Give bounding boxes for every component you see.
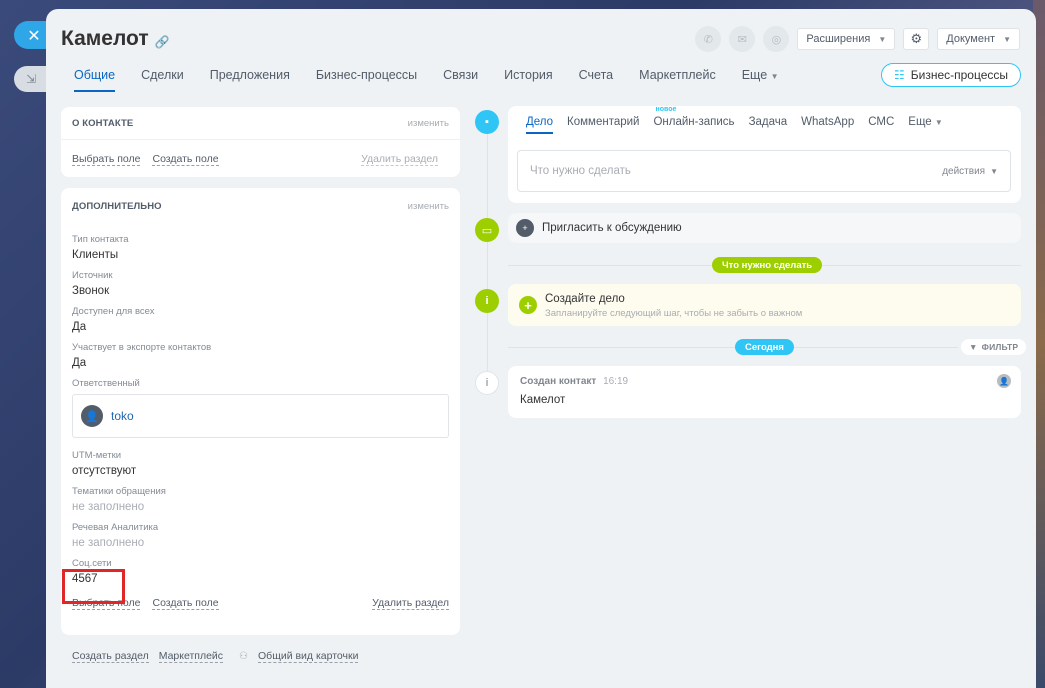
field-utm: UTM-метки отсутствуют [72,450,137,477]
tab-deals[interactable]: Сделки [141,68,184,92]
tab-general[interactable]: Общие [74,68,116,92]
tab-more[interactable]: Еще ▼ [742,68,779,92]
gear-icon: ⚙ [910,31,923,46]
today-pill: Сегодня [735,339,794,355]
chevron-down-icon: ▼ [770,72,779,81]
tab-quotes[interactable]: Предложения [210,68,290,92]
create-field-link[interactable]: Создать поле [152,153,219,166]
composer-tab-task[interactable]: Задача [749,116,788,134]
field-available-all: Доступен для всех Да [72,306,155,333]
document-button[interactable]: Документ ▼ [937,28,1020,50]
chevron-down-icon: ▼ [1003,34,1011,44]
composer-tab-comment[interactable]: Комментарий [567,116,639,134]
page-title: Камелот 🔗 [61,27,170,50]
card-header: О КОНТАКТЕ изменить [61,107,460,140]
mail-icon[interactable]: ✉ [729,26,756,52]
main-tabs: Общие Сделки Предложения Бизнес-процессы… [74,68,805,92]
choose-field-link[interactable]: Выбрать поле [72,153,141,166]
marketplace-link[interactable]: Маркетплейс [158,650,224,663]
create-field-link[interactable]: Создать поле [152,597,219,610]
tab-business-processes[interactable]: Бизнес-процессы [316,68,417,92]
card-title: О КОНТАКТЕ [72,117,134,129]
chat-bubble-icon: ▪ [475,110,499,134]
new-badge: новое [655,106,677,113]
contact-card-slider: Камелот 🔗 ✆ ✉ ◎ Расширения ▼ ⚙ Документ … [46,9,1036,688]
extensions-button[interactable]: Расширения ▼ [797,28,896,50]
delete-section-link[interactable]: Удалить раздел [361,153,438,166]
field-topics: Тематики обращения не заполнено [72,486,166,513]
timeline-line [487,122,488,372]
responsible-name[interactable]: toko [111,409,134,423]
about-contact-card: О КОНТАКТЕ изменить Выбрать поле Создать… [61,107,460,177]
delete-section-link[interactable]: Удалить раздел [372,597,449,610]
field-contact-type: Тип контакта Клиенты [72,234,129,261]
event-card: Создан контакт 16:19 Камелот [508,366,1021,418]
field-responsible: Ответственный [72,378,140,389]
info-icon: i [475,289,499,313]
card-title: ДОПОЛНИТЕЛЬНО [72,200,162,212]
minimize-icon[interactable]: ⇲ [14,66,48,92]
field-speech-analytics: Речевая Аналитика не заполнено [72,522,159,549]
field-export: Участвует в экспорте контактов Да [72,342,212,369]
header-actions: ✆ ✉ ◎ Расширения ▼ ⚙ Документ ▼ [695,26,1020,52]
tab-marketplace[interactable]: Маркетплейс [639,68,716,92]
invite-card[interactable]: + Пригласить к обсуждению [508,213,1021,243]
highlight-box [62,569,125,604]
add-circle-icon[interactable]: + [519,296,537,314]
card-view-link[interactable]: Общий вид карточки [258,650,359,663]
filter-icon: ▼ [969,342,978,352]
business-processes-button[interactable]: ☷ Бизнес-процессы [880,63,1021,87]
tab-relations[interactable]: Связи [443,68,478,92]
tab-history[interactable]: История [504,68,552,92]
workflow-icon: ☷ [893,68,905,82]
chevron-down-icon: ▼ [878,34,887,44]
bottom-links: Создать раздел Маркетплейс ⚇ Общий вид к… [72,650,359,663]
chat-icon[interactable]: ◎ [763,26,790,52]
card-footer: Выбрать поле Создать поле Удалить раздел [61,153,460,166]
additional-card: ДОПОЛНИТЕЛЬНО изменить Тип контакта Клие… [61,188,460,635]
composer-tab-booking[interactable]: новое Онлайн-запись [653,106,734,134]
composer-tab-more[interactable]: Еще ▼ [908,116,943,134]
comment-icon: ▭ [475,218,499,242]
event-title: Создан контакт 16:19 [520,376,629,387]
chevron-down-icon: ▼ [934,118,943,127]
create-section-link[interactable]: Создать раздел [72,650,149,663]
responsible-box[interactable]: 👤 toko [72,394,449,438]
edit-link[interactable]: изменить [408,118,449,129]
info-icon: i [475,371,499,395]
author-avatar-icon[interactable]: 👤 [997,374,1011,388]
composer-tabs: Дело Комментарий новое Онлайн-запись Зад… [526,106,957,134]
todo-input[interactable]: Что нужно сделать действия ▼ [517,150,1011,192]
tab-invoices[interactable]: Счета [579,68,613,92]
divider [508,347,958,348]
people-icon: ⚇ [239,651,249,662]
card-header: ДОПОЛНИТЕЛЬНО изменить [61,188,460,224]
composer-tab-activity[interactable]: Дело [526,116,554,134]
filter-button[interactable]: ▼ ФИЛЬТР [961,339,1027,355]
composer-tab-sms[interactable]: СМС [868,116,894,134]
link-icon[interactable]: 🔗 [155,35,170,49]
phone-icon[interactable]: ✆ [695,26,722,52]
field-source: Источник Звонок [72,270,113,297]
create-activity-card[interactable]: + Создайте дело Запланируйте следующий ш… [508,284,1021,326]
settings-button[interactable]: ⚙ [903,28,930,50]
todo-pill: Что нужно сделать [712,257,823,273]
composer-tab-whatsapp[interactable]: WhatsApp [801,116,854,134]
user-avatar-icon: 👤 [81,405,103,427]
edit-link[interactable]: изменить [408,201,449,212]
chevron-down-icon: ▼ [990,166,998,176]
actions-dropdown[interactable]: действия ▼ [942,166,998,177]
add-user-icon: + [516,219,534,237]
